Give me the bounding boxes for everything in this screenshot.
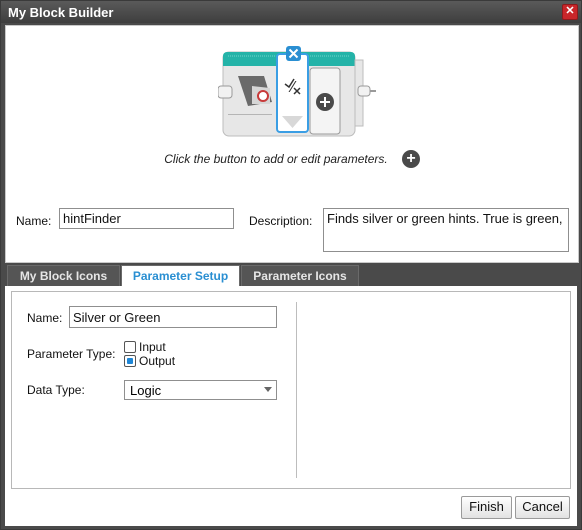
- tab-my-block-icons[interactable]: My Block Icons: [7, 265, 120, 286]
- data-type-value: Logic: [130, 383, 162, 398]
- input-radio[interactable]: [124, 341, 136, 353]
- my-block-builder-window: My Block Builder ✕ ⁄ Click the button to…: [0, 0, 582, 530]
- selected-parameter-slot[interactable]: ⁄: [276, 46, 309, 133]
- parameter-type-label: Parameter Type:: [27, 347, 116, 361]
- title-bar[interactable]: My Block Builder ✕: [1, 1, 581, 23]
- block-definition-panel: ⁄ Click the button to add or edit parame…: [5, 25, 579, 263]
- parameter-setup-content: Name: Parameter Type: Input Output Data …: [11, 291, 571, 489]
- output-radio[interactable]: [124, 355, 136, 367]
- panel-divider: [296, 302, 297, 478]
- parameter-name-label: Name:: [27, 311, 63, 325]
- add-parameter-button[interactable]: +: [402, 150, 420, 168]
- tab-parameter-setup[interactable]: Parameter Setup: [121, 265, 240, 287]
- input-radio-label[interactable]: Input: [139, 340, 166, 354]
- block-name-label: Name:: [16, 214, 52, 228]
- finish-button[interactable]: Finish: [461, 496, 512, 519]
- add-parameters-hint: Click the button to add or edit paramete…: [6, 152, 578, 166]
- tab-bar: My Block Icons Parameter Setup Parameter…: [5, 263, 577, 287]
- output-radio-label[interactable]: Output: [139, 354, 175, 368]
- window-title: My Block Builder: [8, 5, 114, 20]
- description-label: Description:: [249, 214, 313, 228]
- right-output-connector: [357, 85, 376, 97]
- cancel-button[interactable]: Cancel: [515, 496, 570, 519]
- parameter-name-input[interactable]: [69, 306, 277, 328]
- plus-icon: +: [406, 150, 416, 167]
- data-type-label: Data Type:: [27, 383, 85, 397]
- add-parameter-slot[interactable]: [309, 67, 341, 135]
- chevron-down-icon: [264, 387, 272, 392]
- hint-text: Click the button to add or edit paramete…: [164, 152, 388, 166]
- parameter-setup-panel: Name: Parameter Type: Input Output Data …: [5, 286, 577, 494]
- description-input[interactable]: Finds silver or green hints. True is gre…: [323, 208, 569, 252]
- dialog-footer: Finish Cancel: [5, 494, 577, 526]
- block-name-input[interactable]: [59, 208, 234, 229]
- close-icon: ✕: [565, 5, 575, 17]
- tab-parameter-icons[interactable]: Parameter Icons: [241, 265, 359, 286]
- data-type-select[interactable]: Logic: [124, 380, 277, 400]
- my-block-preview: ⁄: [218, 46, 376, 137]
- close-button[interactable]: ✕: [562, 4, 578, 20]
- left-input-connector: [218, 85, 233, 99]
